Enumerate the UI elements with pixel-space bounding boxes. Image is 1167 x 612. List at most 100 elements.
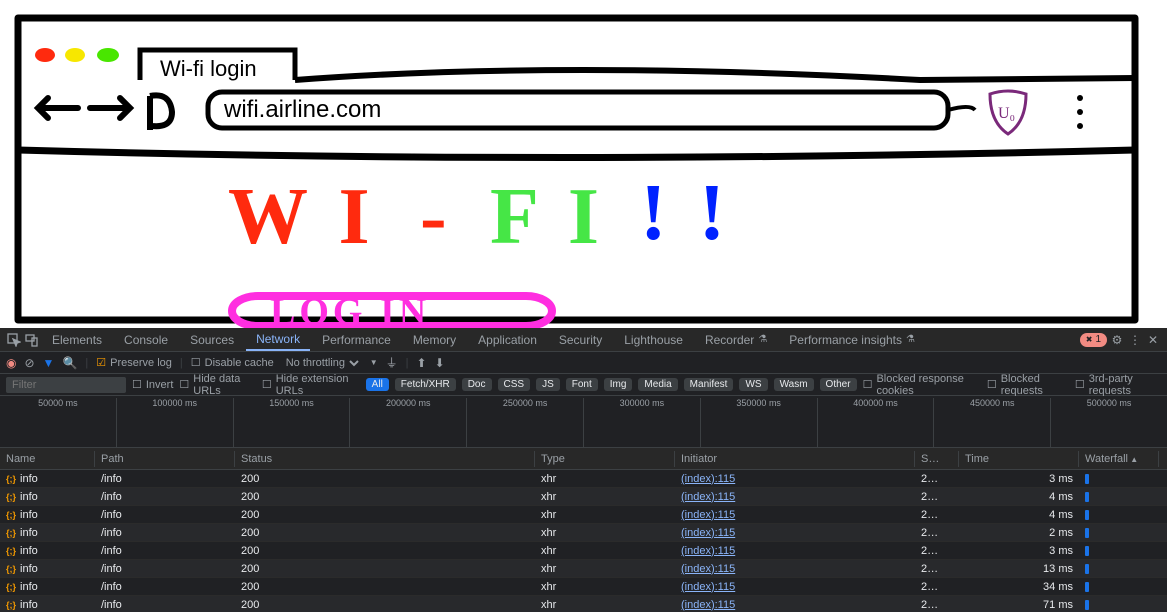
cell-waterfall bbox=[1079, 473, 1159, 485]
cell-status: 200 bbox=[235, 472, 535, 486]
table-row[interactable]: {;}info/info200xhr(index):1152…2 ms bbox=[0, 524, 1167, 542]
table-row[interactable]: {;}info/info200xhr(index):1152…3 ms bbox=[0, 470, 1167, 488]
upload-icon[interactable]: ⬆ bbox=[417, 356, 427, 370]
xhr-icon: {;} bbox=[6, 492, 16, 502]
cell-initiator[interactable]: (index):115 bbox=[675, 526, 915, 540]
wifi-icon[interactable]: ⏚ bbox=[386, 354, 398, 371]
waterfall-bar-icon bbox=[1085, 510, 1089, 520]
cell-time: 13 ms bbox=[959, 562, 1079, 576]
tab-perf-insights[interactable]: Performance insights⚗ bbox=[779, 330, 925, 350]
type-css[interactable]: CSS bbox=[498, 378, 531, 391]
cell-size: 2… bbox=[915, 508, 959, 522]
tick: 250000 ms bbox=[466, 398, 583, 447]
cell-status: 200 bbox=[235, 490, 535, 504]
cell-type: xhr bbox=[535, 580, 675, 594]
cell-initiator[interactable]: (index):115 bbox=[675, 598, 915, 612]
col-status[interactable]: Status bbox=[235, 451, 535, 467]
devtools-tabstrip: Elements Console Sources Network Perform… bbox=[0, 328, 1167, 352]
type-font[interactable]: Font bbox=[566, 378, 598, 391]
inspect-icon[interactable] bbox=[6, 332, 22, 348]
cell-waterfall bbox=[1079, 599, 1159, 611]
hide-data-urls-checkbox[interactable]: Hide data URLs bbox=[179, 373, 255, 397]
cell-initiator[interactable]: (index):115 bbox=[675, 490, 915, 504]
search-icon[interactable]: 🔍 bbox=[62, 356, 77, 370]
table-row[interactable]: {;}info/info200xhr(index):1152…4 ms bbox=[0, 506, 1167, 524]
disable-cache-checkbox[interactable]: Disable cache bbox=[191, 356, 274, 369]
cell-name: {;}info bbox=[0, 580, 95, 594]
error-badge[interactable]: 1 bbox=[1080, 333, 1107, 347]
col-time[interactable]: Time bbox=[959, 451, 1079, 467]
tick: 150000 ms bbox=[233, 398, 350, 447]
filter-input[interactable] bbox=[6, 377, 126, 393]
type-media[interactable]: Media bbox=[638, 378, 677, 391]
kebab-icon[interactable]: ⋮ bbox=[1127, 332, 1143, 348]
table-row[interactable]: {;}info/info200xhr(index):1152…3 ms bbox=[0, 542, 1167, 560]
record-icon[interactable]: ◉ bbox=[6, 356, 16, 370]
invert-checkbox[interactable]: Invert bbox=[132, 378, 173, 391]
tab-recorder[interactable]: Recorder⚗ bbox=[695, 330, 777, 350]
cell-path: /info bbox=[95, 544, 235, 558]
type-fetchxhr[interactable]: Fetch/XHR bbox=[395, 378, 456, 391]
col-type[interactable]: Type bbox=[535, 451, 675, 467]
type-ws[interactable]: WS bbox=[739, 378, 767, 391]
cell-initiator[interactable]: (index):115 bbox=[675, 472, 915, 486]
cell-initiator[interactable]: (index):115 bbox=[675, 508, 915, 522]
download-icon[interactable]: ⬇ bbox=[435, 356, 445, 370]
cell-type: xhr bbox=[535, 508, 675, 522]
col-waterfall[interactable]: Waterfall bbox=[1079, 451, 1159, 467]
tick: 200000 ms bbox=[349, 398, 466, 447]
blocked-requests-checkbox[interactable]: Blocked requests bbox=[987, 373, 1069, 397]
cell-name: {;}info bbox=[0, 526, 95, 540]
hide-extension-urls-checkbox[interactable]: Hide extension URLs bbox=[262, 373, 360, 397]
device-icon[interactable] bbox=[24, 332, 40, 348]
gear-icon[interactable]: ⚙ bbox=[1109, 332, 1125, 348]
cell-waterfall bbox=[1079, 545, 1159, 557]
tab-elements[interactable]: Elements bbox=[42, 330, 112, 350]
type-other[interactable]: Other bbox=[820, 378, 857, 391]
network-timeline[interactable]: 50000 ms 100000 ms 150000 ms 200000 ms 2… bbox=[0, 396, 1167, 448]
table-row[interactable]: {;}info/info200xhr(index):1152…34 ms bbox=[0, 578, 1167, 596]
tick: 400000 ms bbox=[817, 398, 934, 447]
col-size[interactable]: S… bbox=[915, 451, 959, 467]
table-row[interactable]: {;}info/info200xhr(index):1152…4 ms bbox=[0, 488, 1167, 506]
browser-tab-title[interactable]: Wi-fi login bbox=[160, 56, 257, 82]
type-all[interactable]: All bbox=[366, 378, 389, 391]
table-row[interactable]: {;}info/info200xhr(index):1152…13 ms bbox=[0, 560, 1167, 578]
preserve-log-checkbox[interactable]: Preserve log bbox=[96, 356, 172, 369]
close-icon[interactable]: ✕ bbox=[1145, 332, 1161, 348]
login-button[interactable]: LOG IN bbox=[270, 290, 430, 334]
browser-sketch: U₀ bbox=[0, 0, 1167, 328]
cell-status: 200 bbox=[235, 508, 535, 522]
clear-icon[interactable]: ⊘ bbox=[24, 356, 34, 370]
xhr-icon: {;} bbox=[6, 546, 16, 556]
type-manifest[interactable]: Manifest bbox=[684, 378, 734, 391]
type-js[interactable]: JS bbox=[536, 378, 560, 391]
col-name[interactable]: Name bbox=[0, 451, 95, 467]
cell-path: /info bbox=[95, 562, 235, 576]
tab-application[interactable]: Application bbox=[468, 330, 547, 350]
third-party-checkbox[interactable]: 3rd-party requests bbox=[1075, 373, 1161, 397]
type-img[interactable]: Img bbox=[604, 378, 633, 391]
tab-lighthouse[interactable]: Lighthouse bbox=[614, 330, 693, 350]
col-initiator[interactable]: Initiator bbox=[675, 451, 915, 467]
tab-security[interactable]: Security bbox=[549, 330, 612, 350]
blocked-cookies-checkbox[interactable]: Blocked response cookies bbox=[863, 373, 981, 397]
cell-waterfall bbox=[1079, 581, 1159, 593]
tab-sources[interactable]: Sources bbox=[180, 330, 244, 350]
url-bar[interactable]: wifi.airline.com bbox=[224, 96, 381, 124]
table-row[interactable]: {;}info/info200xhr(index):1152…71 ms bbox=[0, 596, 1167, 612]
throttling-select[interactable]: No throttling bbox=[282, 356, 362, 370]
cell-status: 200 bbox=[235, 526, 535, 540]
hand-drawn-browser: U₀ Wi-fi login wifi.airline.com W I - F … bbox=[0, 0, 1167, 328]
type-wasm[interactable]: Wasm bbox=[774, 378, 814, 391]
cell-type: xhr bbox=[535, 544, 675, 558]
type-doc[interactable]: Doc bbox=[462, 378, 492, 391]
cell-path: /info bbox=[95, 508, 235, 522]
filter-icon[interactable]: ▼ bbox=[43, 356, 55, 370]
cell-initiator[interactable]: (index):115 bbox=[675, 562, 915, 576]
cell-initiator[interactable]: (index):115 bbox=[675, 580, 915, 594]
col-path[interactable]: Path bbox=[95, 451, 235, 467]
cell-initiator[interactable]: (index):115 bbox=[675, 544, 915, 558]
tab-console[interactable]: Console bbox=[114, 330, 178, 350]
svg-text:U₀: U₀ bbox=[998, 105, 1015, 122]
